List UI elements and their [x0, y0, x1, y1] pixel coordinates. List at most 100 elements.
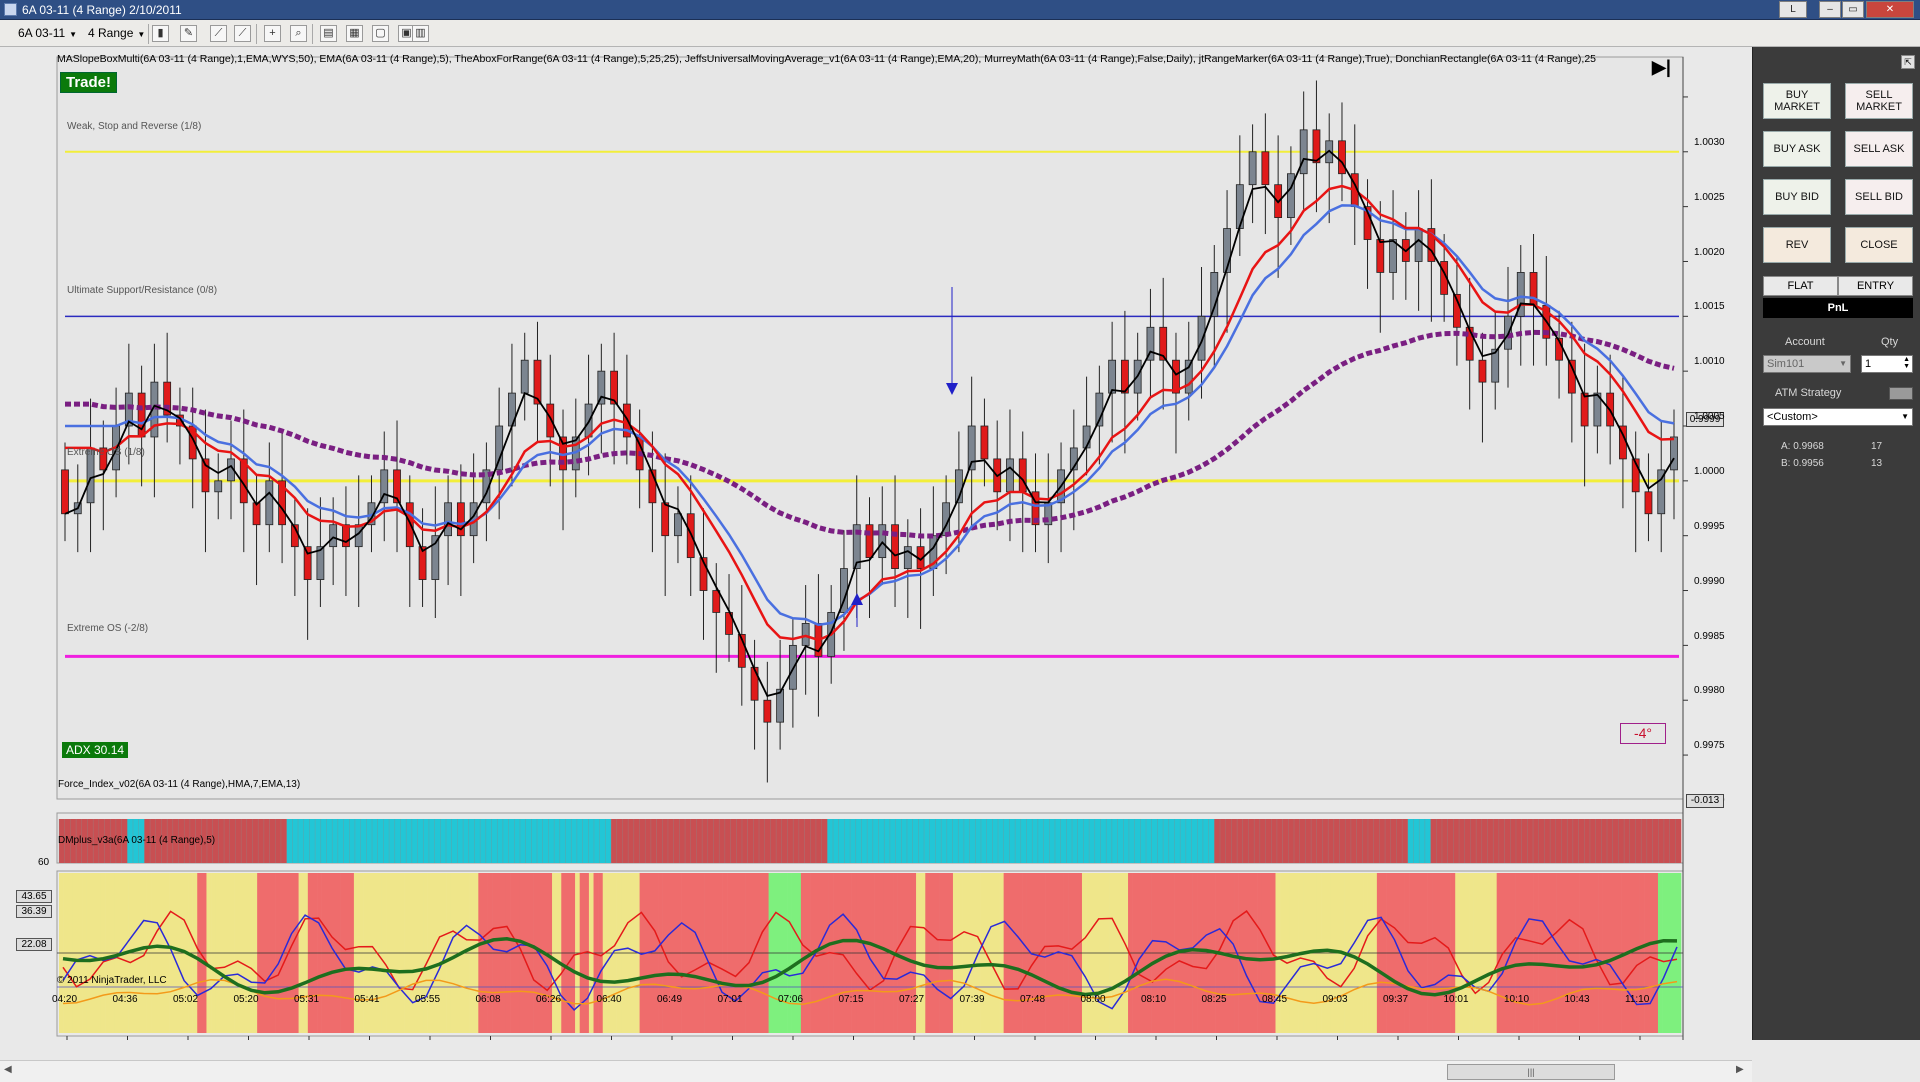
atm-settings-button[interactable] [1889, 387, 1913, 400]
force-bar [235, 819, 242, 863]
candle [1478, 359, 1487, 383]
force-bar [480, 819, 487, 863]
stepper-arrows-icon[interactable]: ▲ ▼ [1903, 356, 1910, 370]
candle [137, 392, 146, 438]
sell-ask-button[interactable]: SELL ASK [1845, 131, 1913, 167]
force-bar [1504, 819, 1511, 863]
force-bar [588, 819, 595, 863]
candle [61, 469, 69, 515]
x-tick-label: 08:25 [1201, 994, 1227, 1005]
candle [801, 623, 810, 646]
x-tick-label: 07:39 [959, 994, 985, 1005]
sell-bid-button[interactable]: SELL BID [1845, 179, 1913, 215]
close-window-button[interactable]: ✕ [1866, 1, 1914, 18]
x-tick-label: 11:10 [1625, 994, 1650, 1005]
panel-collapse-icon[interactable]: ⇱ [1901, 55, 1915, 69]
force-bar [741, 819, 748, 863]
force-bar [1248, 819, 1255, 863]
chart-style-icon[interactable]: ▮ [152, 25, 169, 42]
force-bar [810, 819, 817, 863]
force-bar [1026, 819, 1033, 863]
force-bar [525, 819, 532, 863]
instrument-selector[interactable]: 6A 03-11 ▼ [14, 24, 84, 43]
y-tick-label: 0.9980 [1694, 685, 1725, 697]
quantity-stepper[interactable]: 1 ▲ ▼ [1861, 355, 1913, 373]
force-bar [1140, 819, 1147, 863]
chart-area[interactable]: MASlopeBoxMulti(6A 03-11 (4 Range),1,EMA… [0, 47, 1752, 1082]
atm-strategy-select[interactable]: <Custom> ▼ [1763, 408, 1913, 426]
force-bar [770, 819, 777, 863]
force-bar [1447, 819, 1454, 863]
zoom-icon[interactable]: ⌕ [290, 25, 307, 42]
candle [750, 666, 759, 701]
force-bar [519, 819, 526, 863]
draw-tool-icon[interactable]: ⟋ [210, 25, 227, 42]
force-bar [1305, 819, 1312, 863]
force-bar [1117, 819, 1124, 863]
force-bar [616, 819, 623, 863]
link-button[interactable]: L [1779, 1, 1807, 18]
force-bar [1652, 819, 1659, 863]
x-tick-label: 08:10 [1141, 994, 1167, 1005]
scrollbar-thumb[interactable]: ||| [1447, 1064, 1615, 1080]
buy-ask-button[interactable]: BUY ASK [1763, 131, 1831, 167]
maximize-button[interactable]: ▭ [1842, 1, 1864, 18]
force-bar [360, 819, 367, 863]
force-bar [1174, 819, 1181, 863]
force-bar [343, 819, 350, 863]
scroll-left-icon[interactable]: ◀ [4, 1064, 12, 1075]
strategies-icon[interactable]: ▦ [346, 25, 363, 42]
force-bar [946, 819, 953, 863]
force-bar [1567, 819, 1574, 863]
interval-selector[interactable]: 4 Range ▼ [84, 24, 146, 43]
force-bar [1641, 819, 1648, 863]
account-select[interactable]: Sim101 ▼ [1763, 355, 1851, 373]
scroll-right-icon[interactable]: ▶ [1736, 1064, 1744, 1075]
eraser-icon[interactable]: ⟋ [234, 25, 251, 42]
force-bar [1060, 819, 1067, 863]
force-bar [423, 819, 430, 863]
sell-market-button[interactable]: SELL MARKET [1845, 83, 1913, 119]
reverse-button[interactable]: REV [1763, 227, 1831, 263]
force-bar [906, 819, 913, 863]
indicators-icon[interactable]: ▤ [320, 25, 337, 42]
buy-bid-button[interactable]: BUY BID [1763, 179, 1831, 215]
horizontal-scrollbar[interactable]: ◀ ||| ▶ [0, 1060, 1752, 1082]
force-bar [918, 819, 925, 863]
atm-strategy-label: ATM Strategy [1775, 387, 1842, 399]
force-bar [1345, 819, 1352, 863]
force-bar [736, 819, 743, 863]
force-bar [1111, 819, 1118, 863]
force-bar [952, 819, 959, 863]
window-titlebar: 6A 03-11 (4 Range) 2/10/2011 L – ▭ ✕ [0, 0, 1920, 20]
x-tick-label: 10:01 [1443, 994, 1469, 1005]
pencil-icon[interactable]: ✎ [180, 25, 197, 42]
force-bar [1100, 819, 1107, 863]
force-bar [1202, 819, 1209, 863]
dm-box-value: 36.39 [16, 905, 52, 918]
force-bar [457, 819, 464, 863]
properties-icon[interactable]: ▥ [412, 25, 429, 42]
minimize-button[interactable]: – [1819, 1, 1841, 18]
chart-canvas[interactable] [0, 47, 1752, 1040]
force-bar [1538, 819, 1545, 863]
force-bar [537, 819, 544, 863]
candle [520, 359, 529, 394]
crosshair-icon[interactable]: + [264, 25, 281, 42]
force-bar [280, 819, 287, 863]
dm-box-value: 43.65 [16, 890, 52, 903]
force-bar [707, 819, 714, 863]
force-bar [1237, 819, 1244, 863]
candle [456, 502, 465, 537]
x-tick-label: 05:20 [233, 994, 259, 1005]
force-bar [1675, 819, 1682, 863]
y-tick-label: 1.0025 [1694, 191, 1725, 203]
data-box-icon[interactable]: ▢ [372, 25, 389, 42]
force-index-value: -0.013 [1686, 794, 1724, 808]
scroll-to-end-icon[interactable]: ▶| [1652, 57, 1671, 78]
force-bar [986, 819, 993, 863]
buy-market-button[interactable]: BUY MARKET [1763, 83, 1831, 119]
force-bar [1089, 819, 1096, 863]
force-bar [924, 819, 931, 863]
close-position-button[interactable]: CLOSE [1845, 227, 1913, 263]
